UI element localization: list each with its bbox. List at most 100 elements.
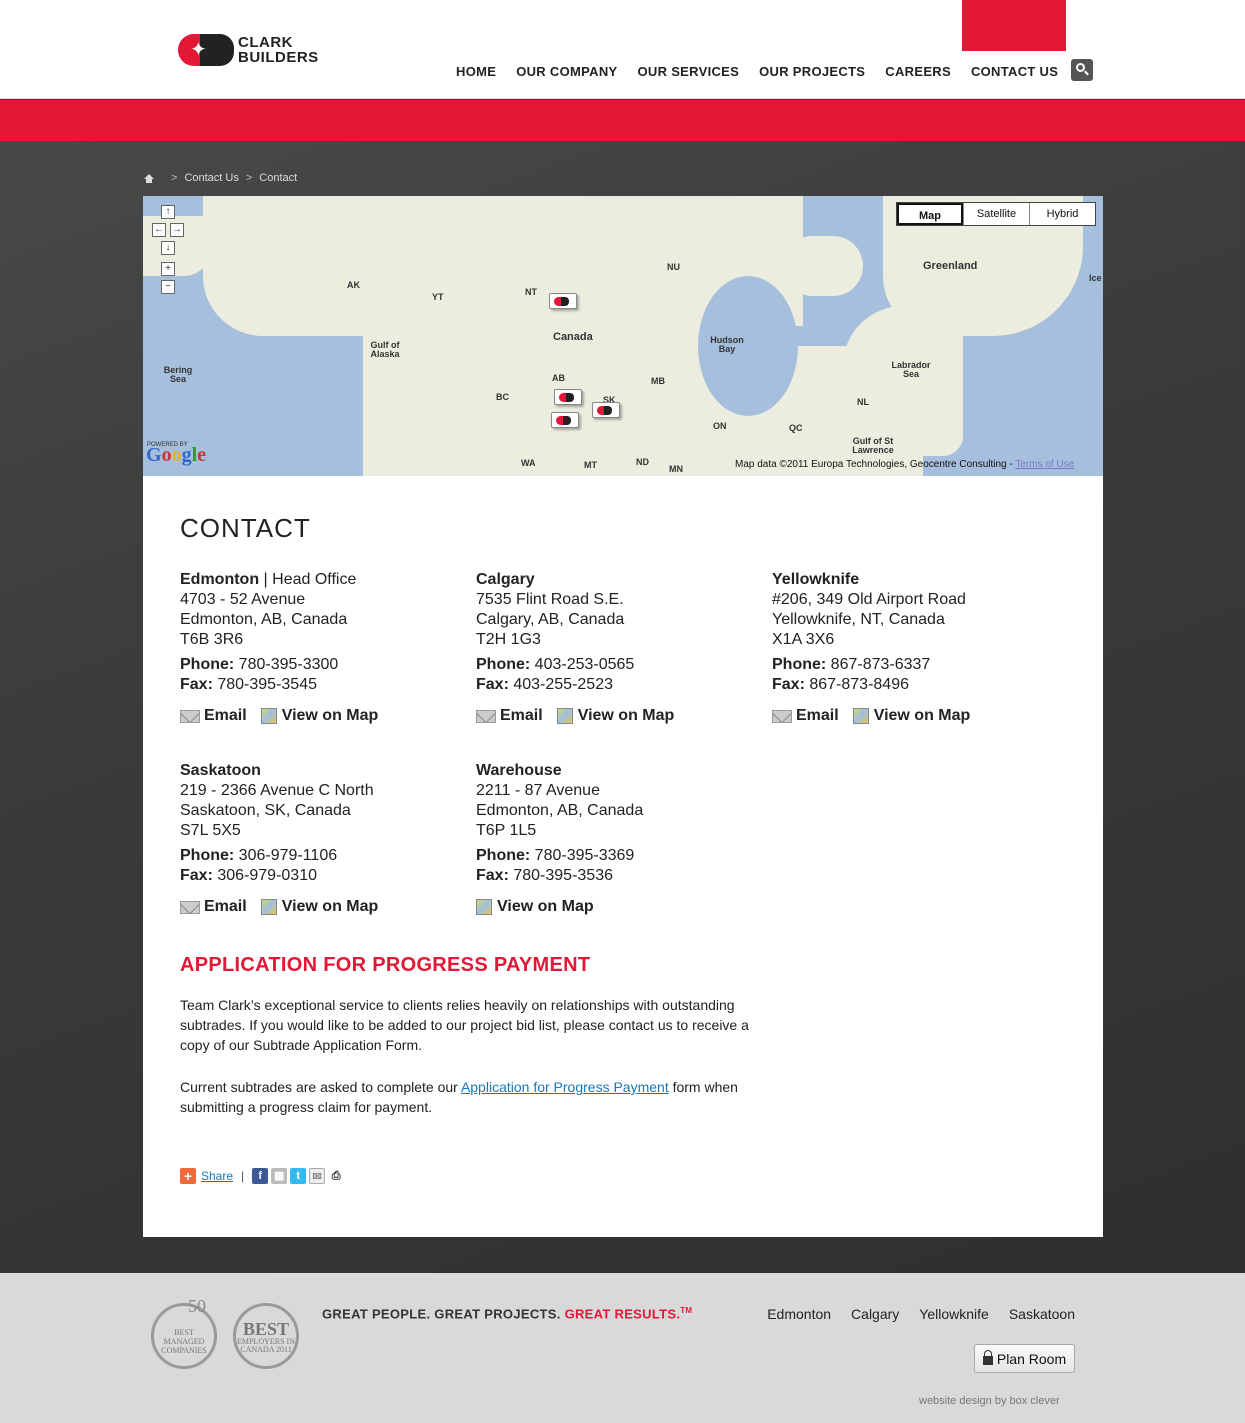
- application-heading: APPLICATION FOR PROGRESS PAYMENT: [180, 954, 591, 976]
- map-type-satellite[interactable]: Satellite: [963, 203, 1029, 225]
- share-plus-icon[interactable]: +: [180, 1168, 196, 1184]
- address-line: 4703 - 52 Avenue: [180, 591, 306, 608]
- footer-link-edmonton[interactable]: Edmonton: [767, 1306, 831, 1322]
- email-link[interactable]: Email: [476, 706, 543, 726]
- map-type-hybrid[interactable]: Hybrid: [1029, 203, 1095, 225]
- address-line: Edmonton, AB, Canada: [180, 611, 348, 628]
- map-icon: [556, 708, 573, 724]
- map-label: Canada: [553, 331, 593, 343]
- facebook-icon[interactable]: f: [252, 1168, 269, 1184]
- map-label: NT: [525, 287, 537, 297]
- terms-of-use-link[interactable]: Terms of Use: [1015, 459, 1074, 470]
- view-on-map-link[interactable]: View on Map: [476, 897, 594, 917]
- nav-careers[interactable]: CAREERS: [885, 64, 951, 79]
- map-label: Gulf of Alaska: [370, 340, 400, 359]
- email-link[interactable]: Email: [772, 706, 839, 726]
- phone-label: Phone:: [180, 656, 235, 673]
- site-footer: 50 BEST MANAGED COMPANIES BEST EMPLOYERS…: [0, 1273, 1245, 1423]
- address-line: T6P 1L5: [476, 822, 537, 839]
- office-map[interactable]: ↑ ← → ↓ + − Map Satellite Hybrid AK YT N…: [143, 196, 1103, 476]
- map-label: AB: [552, 373, 565, 383]
- office-marker-icon[interactable]: [554, 389, 582, 405]
- office-marker-icon[interactable]: [592, 402, 620, 418]
- logo-mark-icon: ✦: [178, 34, 234, 66]
- map-label: MT: [584, 460, 597, 470]
- print-icon[interactable]: ⎙: [328, 1168, 345, 1184]
- home-icon[interactable]: [144, 173, 154, 183]
- fax-label: Fax:: [180, 676, 213, 693]
- email-link[interactable]: Email: [180, 706, 247, 726]
- nav-contact-us[interactable]: CONTACT US: [971, 64, 1058, 79]
- bookmark-icon[interactable]: ▦: [271, 1168, 288, 1184]
- share-link[interactable]: Share: [201, 1169, 233, 1183]
- plan-room-button[interactable]: Plan Room: [974, 1344, 1075, 1373]
- map-type-map[interactable]: Map: [897, 203, 963, 225]
- view-on-map-link[interactable]: View on Map: [260, 897, 378, 917]
- fax-number: 403-255-2523: [513, 676, 613, 693]
- address-line: 2211 - 87 Avenue: [476, 782, 600, 799]
- office-calgary: Calgary 7535 Flint Road S.E. Calgary, AB…: [476, 570, 756, 726]
- address-line: S7L 5X5: [180, 822, 241, 839]
- pan-up-icon[interactable]: ↑: [161, 205, 175, 219]
- map-label: AK: [347, 280, 360, 290]
- map-label: NL: [857, 397, 869, 407]
- office-marker-icon[interactable]: [549, 293, 577, 309]
- office-name: Calgary: [476, 571, 535, 588]
- tagline-part-a: GREAT PEOPLE. GREAT PROJECTS.: [322, 1306, 565, 1322]
- twitter-icon[interactable]: t: [290, 1168, 307, 1184]
- view-on-map-link[interactable]: View on Map: [556, 706, 674, 726]
- zoom-out-icon[interactable]: −: [161, 280, 175, 294]
- lock-icon: [982, 1350, 993, 1365]
- logo-text-line1: CLARK: [238, 34, 293, 51]
- office-name: Warehouse: [476, 762, 562, 779]
- breadcrumb-contact-us[interactable]: Contact Us: [184, 172, 238, 184]
- view-on-map-link[interactable]: View on Map: [852, 706, 970, 726]
- content-panel: CONTACT Edmonton | Head Office 4703 - 52…: [143, 476, 1103, 1237]
- nav-our-company[interactable]: OUR COMPANY: [516, 64, 617, 79]
- office-marker-icon[interactable]: [551, 412, 579, 428]
- email-share-icon[interactable]: ✉: [309, 1168, 326, 1184]
- page-title: CONTACT: [180, 513, 311, 543]
- map-credit-text: Map data ©2011 Europa Technologies, Geoc…: [735, 459, 1016, 470]
- address-line: X1A 3X6: [772, 631, 835, 648]
- office-name: Edmonton: [180, 571, 260, 588]
- office-yellowknife: Yellowknife #206, 349 Old Airport Road Y…: [772, 570, 1052, 726]
- map-label: ND: [636, 457, 649, 467]
- fax-number: 306-979-0310: [217, 867, 317, 884]
- phone-number: 780-395-3369: [534, 847, 635, 864]
- map-icon: [260, 899, 277, 915]
- envelope-icon: [180, 709, 200, 723]
- tagline-part-b: GREAT RESULTS.: [564, 1306, 681, 1322]
- application-for-progress-payment-link[interactable]: Application for Progress Payment: [461, 1079, 669, 1095]
- design-credit[interactable]: website design by box clever: [919, 1395, 1060, 1407]
- pan-right-icon[interactable]: →: [170, 223, 184, 237]
- footer-link-saskatoon[interactable]: Saskatoon: [1009, 1306, 1075, 1322]
- map-icon: [852, 708, 869, 724]
- map-icon: [260, 708, 277, 724]
- map-icon: [476, 899, 492, 915]
- address-line: 219 - 2366 Avenue C North: [180, 782, 374, 799]
- footer-link-yellowknife[interactable]: Yellowknife: [919, 1306, 989, 1322]
- nav-our-services[interactable]: OUR SERVICES: [638, 64, 740, 79]
- header-red-tab: [962, 0, 1066, 51]
- nav-home[interactable]: HOME: [456, 64, 496, 79]
- search-button[interactable]: [1071, 59, 1093, 81]
- pan-down-icon[interactable]: ↓: [161, 241, 175, 255]
- badge2-best: BEST: [242, 1319, 290, 1339]
- badge2-text: EMPLOYERS IN CANADA 2011: [236, 1337, 295, 1354]
- address-line: Calgary, AB, Canada: [476, 611, 625, 628]
- pan-left-icon[interactable]: ←: [152, 223, 166, 237]
- nav-our-projects[interactable]: OUR PROJECTS: [759, 64, 865, 79]
- email-link[interactable]: Email: [180, 897, 247, 917]
- view-on-map-link[interactable]: View on Map: [260, 706, 378, 726]
- address-line: Yellowknife, NT, Canada: [772, 611, 945, 628]
- clark-builders-logo[interactable]: ✦ CLARK BUILDERS: [178, 34, 319, 66]
- site-header: ✦ CLARK BUILDERS HOME OUR COMPANY OUR SE…: [0, 0, 1245, 99]
- fax-number: 780-395-3545: [217, 676, 317, 693]
- phone-label: Phone:: [476, 656, 531, 673]
- footer-link-calgary[interactable]: Calgary: [851, 1306, 899, 1322]
- office-suffix: | Head Office: [259, 571, 357, 588]
- google-logo[interactable]: Google: [146, 444, 206, 467]
- zoom-in-icon[interactable]: +: [161, 262, 175, 276]
- trademark-mark: TM: [680, 1306, 693, 1315]
